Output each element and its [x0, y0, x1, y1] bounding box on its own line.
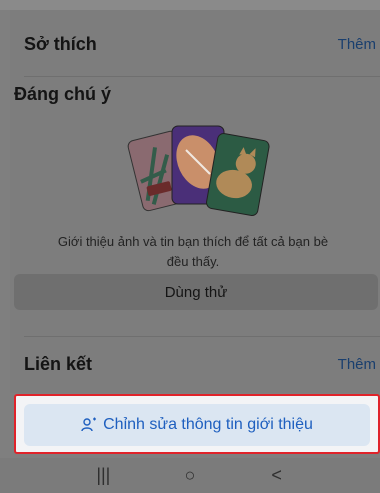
top-strip — [0, 0, 380, 10]
notable-description: Giới thiệu ảnh và tin bạn thích để tất c… — [14, 232, 372, 272]
recents-icon[interactable]: ||| — [88, 465, 118, 486]
divider — [24, 76, 380, 77]
notable-illustration — [127, 125, 270, 216]
edit-about-label: Chỉnh sửa thông tin giới thiệu — [103, 416, 313, 433]
try-button[interactable]: Dùng thử — [14, 274, 378, 310]
divider — [24, 336, 380, 337]
notable-description-line1: Giới thiệu ảnh và tin bạn thích để tất c… — [57, 234, 329, 249]
notable-description-line2: đều thấy. — [166, 254, 220, 269]
system-nav-bar: ||| ○ < — [0, 458, 380, 493]
links-title: Liên kết — [24, 354, 93, 374]
hobbies-add-link[interactable]: Thêm — [338, 36, 376, 53]
back-icon[interactable]: < — [262, 465, 292, 486]
edit-about-button[interactable]: Chỉnh sửa thông tin giới thiệu — [24, 404, 370, 446]
notable-title: Đáng chú ý — [14, 84, 112, 104]
hobbies-title: Sở thích — [24, 34, 97, 54]
edit-highlight-frame: Chỉnh sửa thông tin giới thiệu — [14, 394, 380, 454]
home-icon[interactable]: ○ — [175, 465, 205, 486]
links-add-link[interactable]: Thêm — [338, 356, 376, 373]
links-header: Liên kết Thêm — [24, 354, 380, 375]
hobbies-header: Sở thích Thêm — [24, 34, 380, 55]
person-edit-icon — [81, 417, 97, 432]
